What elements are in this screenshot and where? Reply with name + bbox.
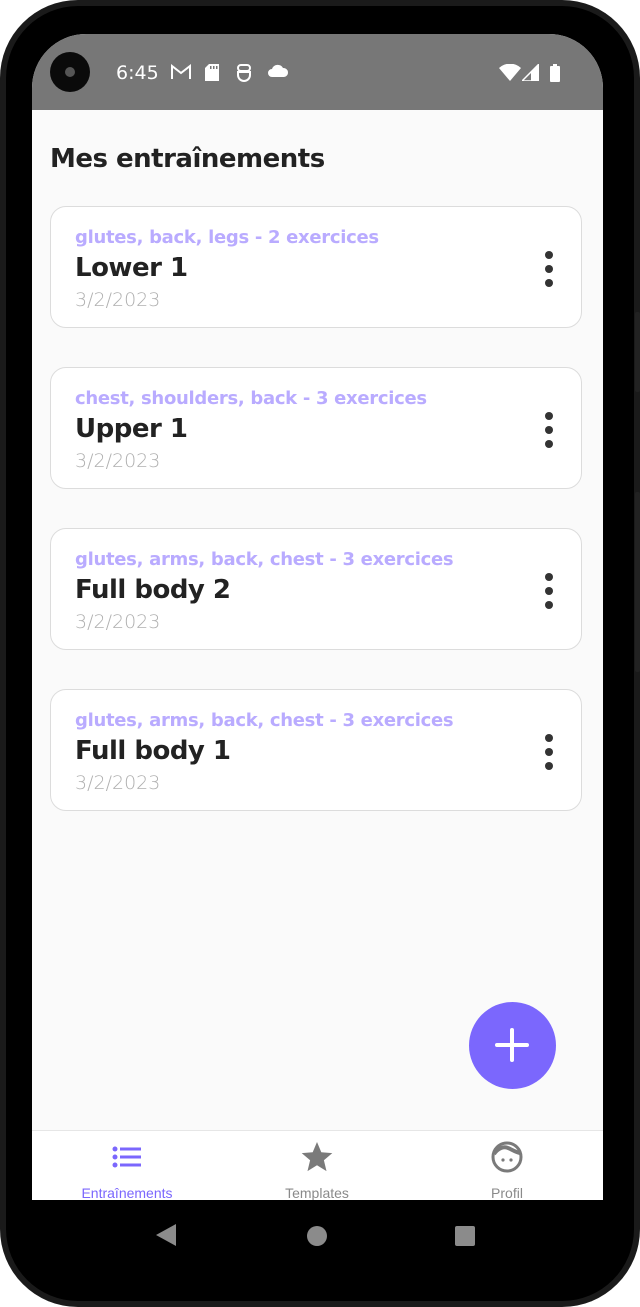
more-options-icon[interactable] [543,251,555,287]
status-time: 6:45 [116,62,159,84]
home-icon[interactable] [307,1226,327,1246]
face-icon [491,1141,523,1173]
more-options-icon[interactable] [543,412,555,448]
gmail-icon [170,63,192,85]
workout-card[interactable]: glutes, arms, back, chest - 3 exercices … [50,528,582,650]
workout-name: Upper 1 [75,414,188,444]
workout-tags: glutes, back, legs - 2 exercices [75,227,379,248]
workout-date: 3/2/2023 [75,289,161,311]
more-options-icon[interactable] [543,573,555,609]
system-navigation-bar [0,1200,640,1270]
tab-label: Entraînements [81,1185,173,1200]
tab-entrainements[interactable]: Entraînements [32,1131,222,1200]
workout-tags: glutes, arms, back, chest - 3 exercices [75,710,454,731]
star-icon [301,1141,333,1173]
screen: 6:45 Mes entraînements glutes, back, leg… [32,34,603,1200]
volume-button [635,492,640,672]
cloud-icon [267,64,289,83]
wifi-icon [499,63,521,86]
workout-tags: glutes, arms, back, chest - 3 exercices [75,549,454,570]
front-camera [50,52,90,92]
tab-templates[interactable]: Templates [222,1131,412,1200]
workout-date: 3/2/2023 [75,450,161,472]
tab-label: Templates [285,1185,349,1200]
more-options-icon[interactable] [543,734,555,770]
power-button [635,312,640,392]
sd-card-icon [205,64,219,86]
battery-icon [550,64,560,87]
workout-date: 3/2/2023 [75,611,161,633]
recent-apps-icon[interactable] [455,1226,475,1246]
workout-name: Full body 2 [75,575,231,605]
workout-tags: chest, shoulders, back - 3 exercices [75,388,427,409]
bottom-navigation: Entraînements Templates Profil [32,1130,603,1200]
workout-name: Lower 1 [75,253,188,283]
add-workout-button[interactable] [469,1002,556,1089]
workout-name: Full body 1 [75,736,231,766]
workout-card[interactable]: glutes, arms, back, chest - 3 exercices … [50,689,582,811]
tab-label: Profil [491,1185,523,1200]
cellular-signal-icon [520,62,540,86]
workout-date: 3/2/2023 [75,772,161,794]
tab-profil[interactable]: Profil [412,1131,602,1200]
workout-card[interactable]: glutes, back, legs - 2 exercices Lower 1… [50,206,582,328]
page-title: Mes entraînements [50,144,325,174]
workout-card[interactable]: chest, shoulders, back - 3 exercices Upp… [50,367,582,489]
status-bar: 6:45 [32,34,603,110]
app-notification-icon [237,64,251,87]
back-icon[interactable] [156,1224,176,1246]
list-icon [111,1141,143,1173]
phone-frame: 6:45 Mes entraînements glutes, back, leg… [0,0,640,1307]
